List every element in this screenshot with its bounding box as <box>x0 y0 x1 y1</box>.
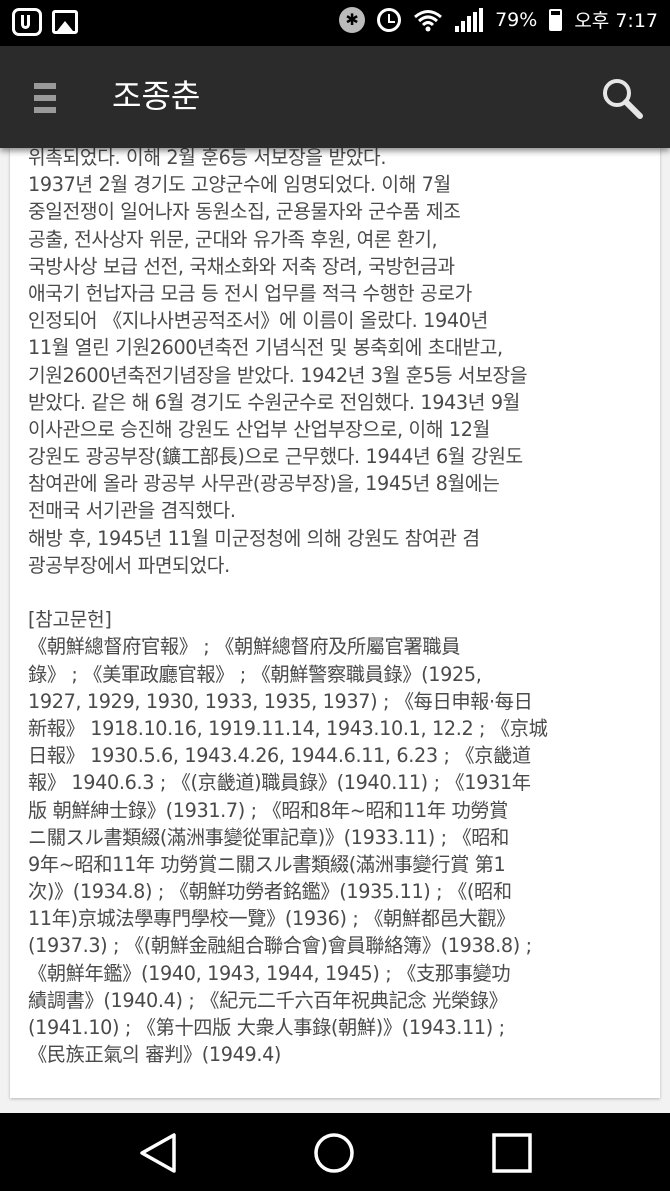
wifi-icon <box>414 9 443 31</box>
bluetooth-icon: ✱ <box>339 6 366 33</box>
navigation-bar <box>0 1113 670 1191</box>
recent-apps-icon[interactable] <box>490 1131 534 1175</box>
article-line: 11월 열린 기원2600년축전 기념식전 및 봉축회에 초대받고, <box>28 336 503 360</box>
home-icon[interactable] <box>312 1131 356 1175</box>
app-bar: 조종춘 <box>0 46 670 148</box>
article-line <box>28 579 650 606</box>
article-line: 위촉되었다. 이해 2월 훈6등 서보장을 받았다. <box>28 148 387 169</box>
hamburger-menu-icon[interactable] <box>34 83 56 113</box>
article-card[interactable]: 위촉되었다. 이해 2월 훈6등 서보장을 받았다. 1937년 2월 경기도 고… <box>10 148 660 1098</box>
article-line: 報》 1940.6.3 ; 《(京畿道)職員錄》(1940.11) ; 《193… <box>28 771 531 795</box>
article-line: 版 朝鮮紳士錄》(1931.7) ; 《昭和8年~昭和11年 功勞賞 <box>28 798 508 822</box>
article-line: 9年~昭和11年 功勞賞ニ關スル書類綴(滿洲事變行賞 第1 <box>28 852 506 876</box>
article-line: 績調書》(1940.4) ; 《紀元二千六百年祝典記念 光榮錄》 <box>28 988 508 1012</box>
article-line: 《朝鮮年鑑》(1940, 1943, 1944, 1945) ; 《支那事變功 <box>28 961 511 985</box>
back-icon[interactable] <box>136 1131 180 1175</box>
article-line: 애국기 헌납자금 모금 등 전시 업무를 적극 수행한 공로가 <box>28 281 472 305</box>
article-line: 기원2600년축전기념장을 받았다. 1942년 3월 훈5등 서보장을 <box>28 363 528 387</box>
clock: 오후 7:17 <box>574 10 658 32</box>
article-line: ニ關スル書類綴(滿洲事變從軍記章)》(1933.11) ; 《昭和 <box>28 825 509 849</box>
status-bar-left <box>12 8 78 36</box>
article-line: (1941.10) ; 《第十四版 大衆人事錄(朝鮮)》(1943.11) ; <box>28 1016 505 1039</box>
article-body: 위촉되었다. 이해 2월 훈6등 서보장을 받았다. 1937년 2월 경기도 고… <box>28 148 650 1068</box>
app-notification-icon <box>12 8 42 36</box>
article-line: 이사관으로 승진해 강원도 산업부 산업부장으로, 이해 12월 <box>28 417 490 441</box>
article-line: 1927, 1929, 1930, 1933, 1935, 1937) ; 《每… <box>28 689 533 713</box>
article-line: 次)》(1934.8) ; 《朝鮮功勞者銘鑑》(1935.11) ; 《(昭和 <box>28 880 512 904</box>
article-line: 국방사상 보급 선전, 국채소화와 저축 장려, 국방헌금과 <box>28 254 455 278</box>
battery-percent: 79% <box>495 8 538 31</box>
article-line: 전매국 서기관을 겸직했다. <box>28 499 236 523</box>
signal-icon <box>455 7 484 32</box>
article-line: 1937년 2월 경기도 고양군수에 임명되었다. 이해 7월 <box>28 173 451 197</box>
article-line: 해방 후, 1945년 11월 미군정청에 의해 강원도 참여관 겸 <box>28 526 480 550</box>
article-line: 錄》 ; 《美軍政廳官報》 ; 《朝鮮警察職員錄》(1925, <box>28 662 482 686</box>
search-icon[interactable] <box>600 76 644 120</box>
article-line: [참고문헌] <box>28 608 112 632</box>
article-line: 《民族正氣의 審判》(1949.4) <box>28 1043 282 1067</box>
article-line: 중일전쟁이 일어나자 동원소집, 군용물자와 군수품 제조 <box>28 200 461 224</box>
gallery-icon <box>52 10 78 34</box>
page-title: 조종춘 <box>112 77 201 115</box>
alarm-icon <box>377 7 402 32</box>
article-line: 참여관에 올라 광공부 사무관(광공부장)을, 1945년 8월에는 <box>28 472 500 496</box>
article-line: 新報》 1918.10.16, 1919.11.14, 1943.10.1, 1… <box>28 716 548 740</box>
article-line: 공출, 전사상자 위문, 군대와 유가족 후원, 여론 환기, <box>28 227 438 251</box>
article-line: 日報》 1930.5.6, 1943.4.26, 1944.6.11, 6.23… <box>28 744 531 768</box>
article-line: 받았다. 같은 해 6월 경기도 수원군수로 전임했다. 1943년 9월 <box>28 390 520 414</box>
battery-icon <box>549 8 563 31</box>
article-line: (1937.3) ; 《(朝鮮金融組合聯合會)會員聯絡簿》(1938.8) ; <box>28 934 532 958</box>
article-line: 인정되어 《지나사변공적조서》에 이름이 올랐다. 1940년 <box>28 309 488 333</box>
article-line: 《朝鮮總督府官報》 ; 《朝鮮總督府及所屬官署職員 <box>28 635 461 659</box>
status-bar: ✱ 79% 오후 7:17 <box>0 0 670 46</box>
article-line: 11年)京城法學專門學校一覽》(1936) ; 《朝鮮都邑大觀》 <box>28 907 515 931</box>
article-line: 광공부장에서 파면되었다. <box>28 553 230 577</box>
status-bar-right: ✱ 79% 오후 7:17 <box>339 6 658 33</box>
article-line: 강원도 광공부장(鑛工部長)으로 근무했다. 1944년 6월 강원도 <box>28 445 523 469</box>
